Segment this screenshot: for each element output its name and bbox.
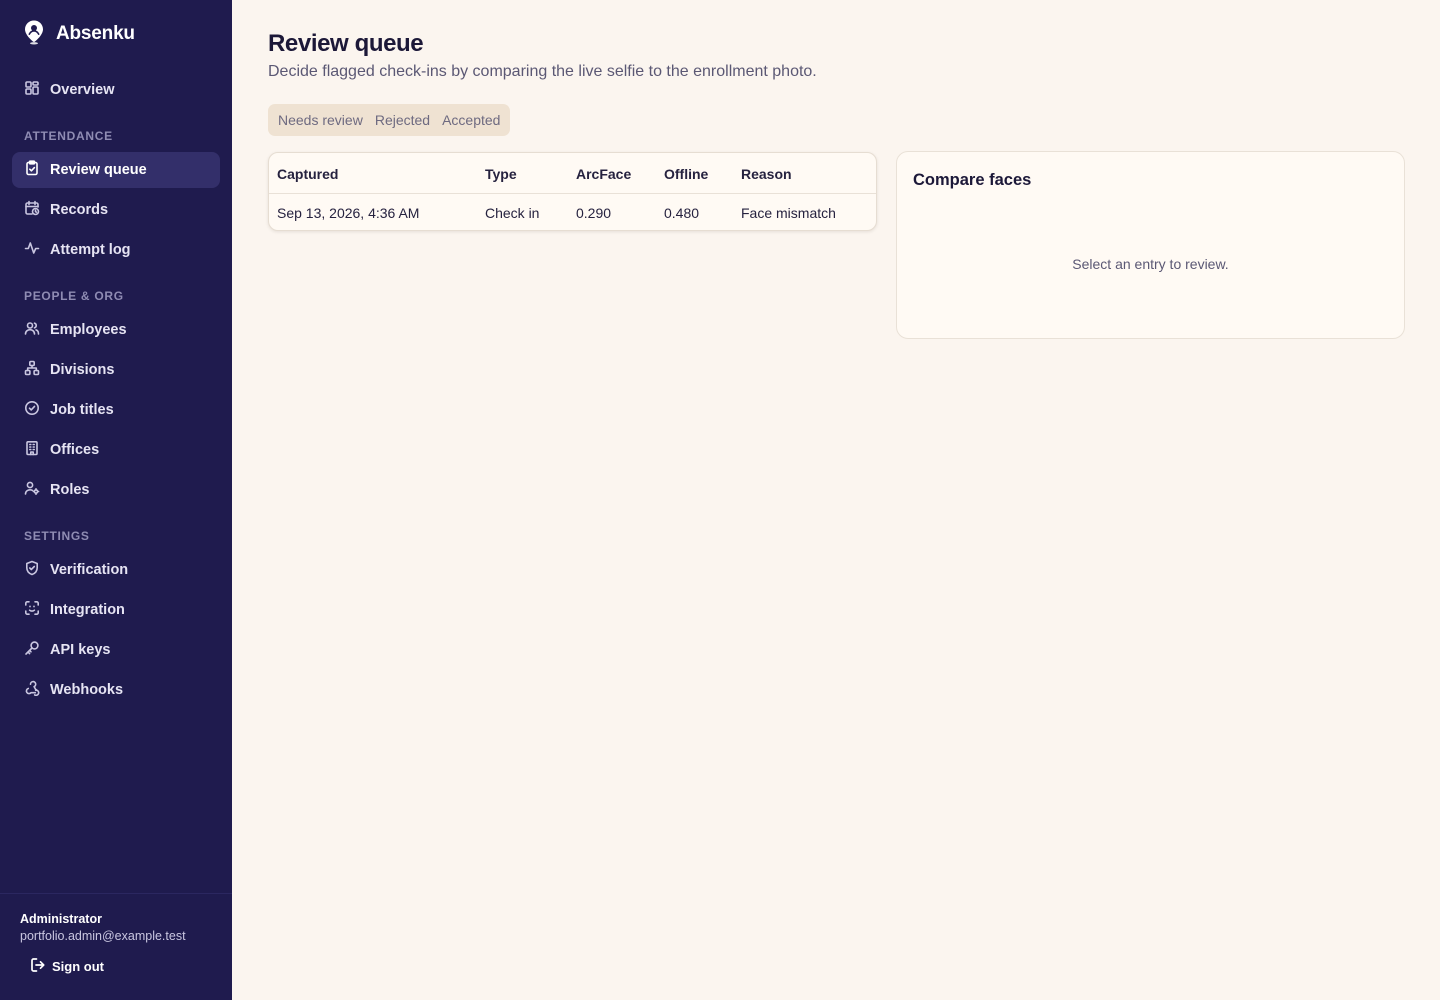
sign-out-label: Sign out — [52, 958, 104, 974]
sidebar-item-label: Overview — [50, 82, 115, 98]
sidebar-footer-divider — [0, 893, 232, 894]
sidebar-item-review-queue[interactable]: Review queue — [12, 152, 220, 188]
user-email: portfolio.admin@example.test — [20, 929, 186, 943]
cell-reason: Face mismatch — [741, 205, 836, 221]
table-header: Captured Type ArcFace Offline Reason — [269, 153, 876, 194]
sidebar-item-label: Webhooks — [50, 682, 124, 698]
cell-offline: 0.480 — [664, 205, 700, 221]
dashboard-icon — [24, 80, 40, 100]
sidebar-item-divisions[interactable]: Divisions — [12, 352, 220, 388]
sidebar-item-label: Review queue — [50, 162, 147, 178]
key-icon — [24, 640, 40, 660]
cell-captured: Sep 13, 2026, 4:36 AM — [277, 205, 420, 221]
calendar-clock-icon — [24, 200, 40, 220]
sidebar-item-overview[interactable]: Overview — [12, 72, 220, 108]
page-title: Review queue — [268, 30, 424, 57]
column-header-type[interactable]: Type — [485, 166, 517, 182]
tab-accepted[interactable]: Accepted — [436, 108, 506, 132]
sidebar-item-records[interactable]: Records — [12, 192, 220, 228]
cell-arcface: 0.290 — [576, 205, 612, 221]
column-header-offline[interactable]: Offline — [664, 166, 708, 182]
webhook-icon — [24, 680, 40, 700]
scan-face-icon — [24, 600, 40, 620]
sidebar-item-label: Employees — [50, 322, 127, 338]
compare-faces-title: Compare faces — [913, 171, 1032, 189]
table-row[interactable]: Sep 13, 2026, 4:36 AM Check in 0.290 0.4… — [269, 194, 876, 230]
tab-rejected[interactable]: Rejected — [369, 108, 436, 132]
sign-out-button[interactable]: Sign out — [30, 955, 104, 977]
page-subtitle: Decide flagged check-ins by comparing th… — [268, 63, 817, 80]
sidebar-item-offices[interactable]: Offices — [12, 432, 220, 468]
sidebar-item-label: Offices — [50, 442, 100, 458]
sidebar-item-label: Records — [50, 202, 109, 218]
empty-state-message: Select an entry to review. — [1072, 256, 1229, 272]
sidebar-item-employees[interactable]: Employees — [12, 312, 220, 348]
status-tabs: Needs review Rejected Accepted — [268, 104, 511, 136]
log-out-icon — [30, 957, 46, 976]
column-header-captured[interactable]: Captured — [277, 166, 338, 182]
section-label-people-org: PEOPLE & ORG — [24, 289, 124, 303]
network-icon — [24, 360, 40, 380]
sidebar-item-label: Roles — [50, 482, 90, 498]
sidebar-item-api-keys[interactable]: API keys — [12, 632, 220, 668]
cell-type: Check in — [485, 205, 540, 221]
sidebar-item-attempt-log[interactable]: Attempt log — [12, 232, 220, 268]
sidebar-item-label: Attempt log — [50, 242, 131, 258]
review-table: Captured Type ArcFace Offline Reason Sep… — [268, 152, 877, 231]
user-key-icon — [24, 480, 40, 500]
sidebar-item-job-titles[interactable]: Job titles — [12, 392, 220, 428]
sidebar-item-label: Verification — [50, 562, 129, 578]
column-header-reason[interactable]: Reason — [741, 166, 792, 182]
sidebar-item-label: API keys — [50, 642, 111, 658]
app-name: Absenku — [56, 23, 135, 44]
building-icon — [24, 440, 40, 460]
section-label-settings: SETTINGS — [24, 529, 90, 543]
user-name: Administrator — [20, 912, 102, 926]
badge-check-icon — [24, 400, 40, 420]
clipboard-check-icon — [24, 160, 40, 180]
activity-icon — [24, 240, 40, 260]
sidebar-item-verification[interactable]: Verification — [12, 552, 220, 588]
sidebar-item-roles[interactable]: Roles — [12, 472, 220, 508]
section-label-attendance: ATTENDANCE — [24, 129, 113, 143]
sidebar-item-integration[interactable]: Integration — [12, 592, 220, 628]
brand[interactable]: Absenku — [22, 20, 135, 48]
sidebar: Absenku Overview ATTENDANCE Review queue… — [0, 0, 232, 1000]
shield-check-icon — [24, 560, 40, 580]
sidebar-item-label: Divisions — [50, 362, 115, 378]
compare-faces-panel: Compare faces Select an entry to review. — [896, 151, 1405, 339]
sidebar-item-label: Integration — [50, 602, 125, 618]
sidebar-item-webhooks[interactable]: Webhooks — [12, 672, 220, 708]
sidebar-item-label: Job titles — [50, 402, 114, 418]
users-icon — [24, 320, 40, 340]
column-header-arcface[interactable]: ArcFace — [576, 166, 631, 182]
tab-needs-review[interactable]: Needs review — [272, 108, 369, 132]
location-pin-logo-icon — [22, 19, 46, 50]
